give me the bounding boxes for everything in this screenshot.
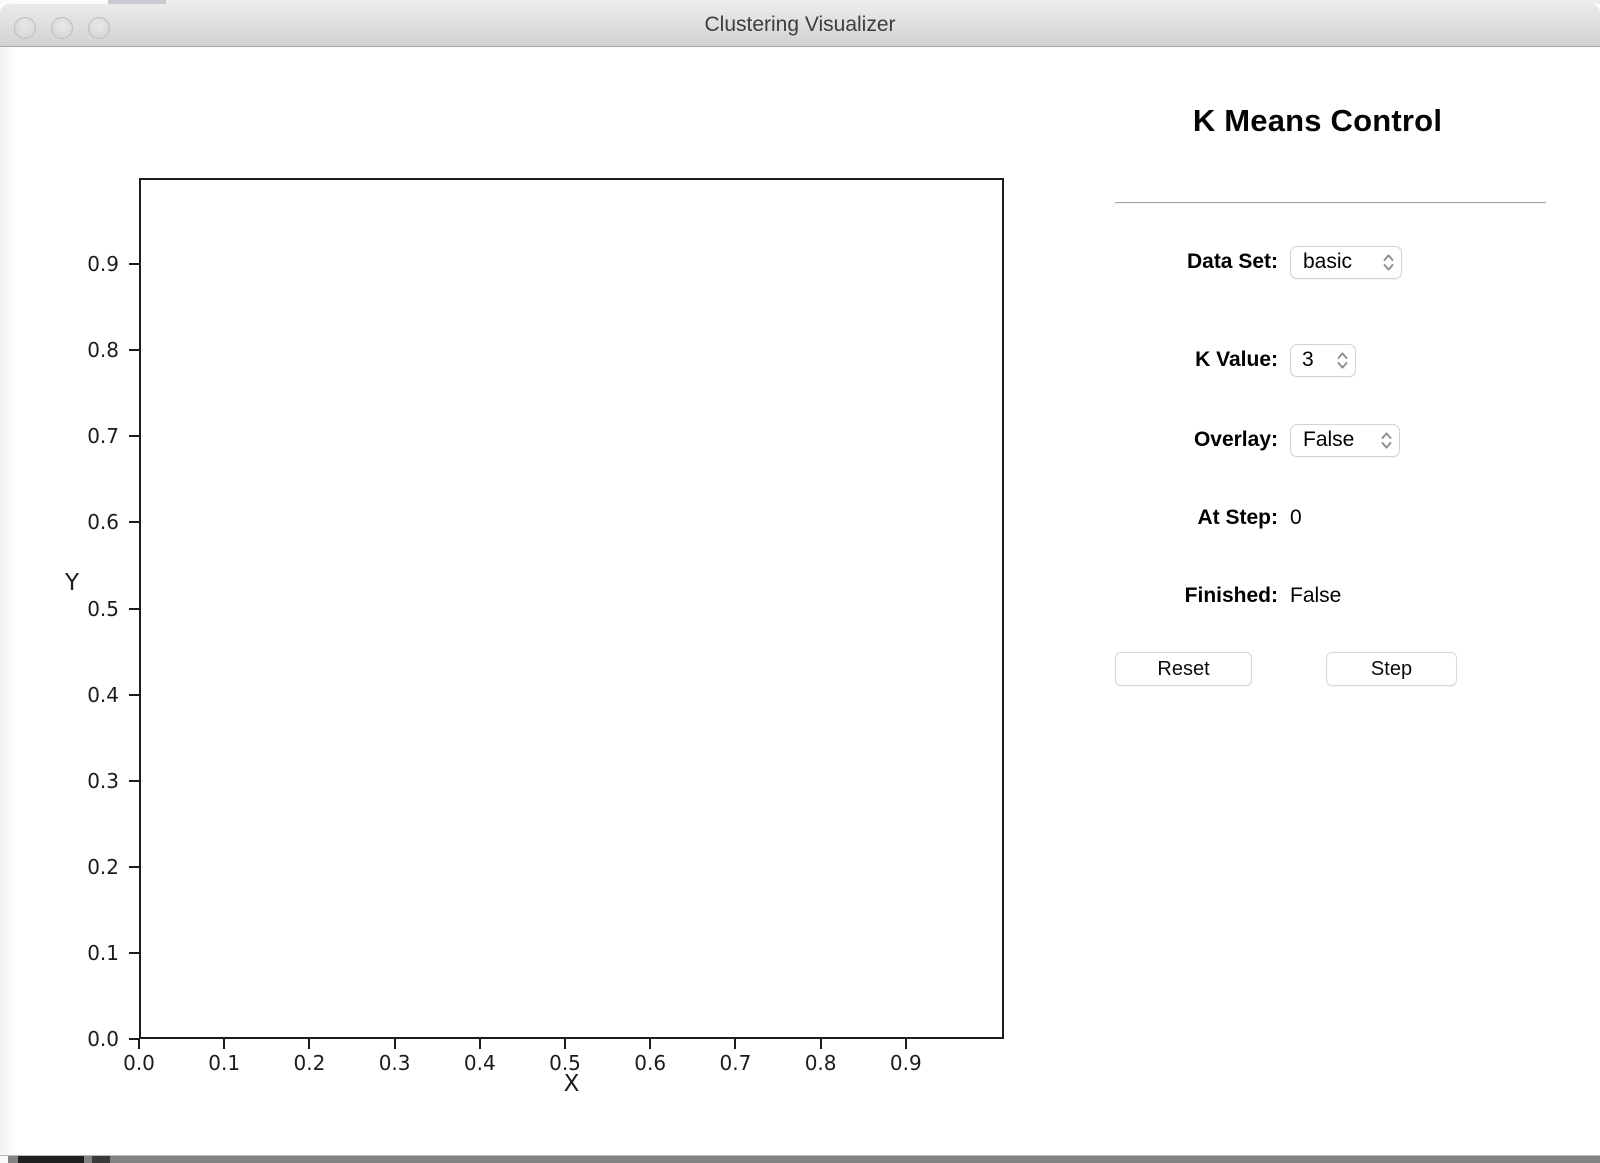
dataset-select[interactable]: basic (1290, 246, 1402, 279)
y-tick-label: 0.8 (57, 337, 119, 363)
y-tick-label: 0.5 (57, 596, 119, 622)
x-tick-label: 0.7 (705, 1051, 765, 1075)
x-tick-mark (138, 1039, 140, 1049)
y-tick-label: 0.6 (57, 509, 119, 535)
chevron-updown-icon (1383, 253, 1394, 272)
bottom-edge-segment (92, 1156, 110, 1163)
y-tick-mark (129, 780, 139, 782)
atstep-value: 0 (1290, 501, 1302, 535)
y-tick-mark (129, 521, 139, 523)
chevron-updown-icon (1381, 431, 1392, 450)
chevron-updown-icon (1337, 351, 1348, 370)
y-tick-label: 0.9 (57, 251, 119, 277)
dataset-label: Data Set: (1085, 245, 1278, 279)
y-tick-mark (129, 866, 139, 868)
panel-title: K Means Control (1085, 103, 1550, 139)
x-tick-mark (820, 1039, 822, 1049)
x-tick-label: 0.1 (194, 1051, 254, 1075)
titlebar: Clustering Visualizer (0, 4, 1600, 47)
x-tick-label: 0.3 (365, 1051, 425, 1075)
y-tick-mark (129, 435, 139, 437)
y-tick-label: 0.7 (57, 423, 119, 449)
y-axis-label: Y (55, 570, 89, 596)
x-tick-label: 0.4 (450, 1051, 510, 1075)
x-tick-label: 0.6 (620, 1051, 680, 1075)
x-tick-label: 0.9 (876, 1051, 936, 1075)
y-tick-mark (129, 263, 139, 265)
window-title: Clustering Visualizer (0, 4, 1600, 46)
y-tick-mark (129, 952, 139, 954)
x-tick-label: 0.0 (109, 1051, 169, 1075)
overlay-select[interactable]: False (1290, 424, 1400, 457)
x-tick-mark (308, 1039, 310, 1049)
x-tick-label: 0.5 (535, 1051, 595, 1075)
plot-area: X Y 0.00.10.20.30.40.50.60.70.80.90.00.1… (139, 178, 1004, 1039)
x-tick-label: 0.8 (791, 1051, 851, 1075)
finished-row: Finished: False (1085, 579, 1550, 613)
atstep-label: At Step: (1085, 501, 1278, 535)
x-tick-mark (564, 1039, 566, 1049)
step-button[interactable]: Step (1326, 652, 1457, 686)
x-tick-mark (223, 1039, 225, 1049)
y-tick-mark (129, 349, 139, 351)
x-tick-label: 0.2 (279, 1051, 339, 1075)
dataset-row: Data Set: basic (1085, 245, 1550, 279)
x-tick-mark (905, 1039, 907, 1049)
x-tick-mark (479, 1039, 481, 1049)
overlay-label: Overlay: (1085, 423, 1278, 457)
y-tick-mark (129, 608, 139, 610)
y-tick-label: 0.4 (57, 682, 119, 708)
x-tick-mark (649, 1039, 651, 1049)
bottom-edge-segment (18, 1156, 84, 1163)
y-tick-label: 0.2 (57, 854, 119, 880)
kvalue-stepper-value: 3 (1302, 348, 1314, 372)
kvalue-row: K Value: 3 (1085, 343, 1550, 377)
kvalue-stepper[interactable]: 3 (1290, 344, 1356, 377)
finished-label: Finished: (1085, 579, 1278, 613)
atstep-row: At Step: 0 (1085, 501, 1550, 535)
reset-button[interactable]: Reset (1115, 652, 1252, 686)
finished-value: False (1290, 579, 1341, 613)
divider (1115, 202, 1546, 204)
y-tick-label: 0.1 (57, 940, 119, 966)
overlay-row: Overlay: False (1085, 423, 1550, 457)
y-tick-label: 0.0 (57, 1026, 119, 1052)
kvalue-label: K Value: (1085, 343, 1278, 377)
bottom-edge-segment (0, 1156, 8, 1163)
y-tick-mark (129, 694, 139, 696)
control-panel: K Means Control Data Set: basic K Value:… (1085, 95, 1550, 755)
plot-frame (139, 178, 1004, 1039)
window-left-shadow (0, 47, 16, 1155)
x-tick-mark (734, 1039, 736, 1049)
dataset-select-value: basic (1303, 250, 1352, 274)
overlay-select-value: False (1303, 428, 1354, 452)
y-tick-label: 0.3 (57, 768, 119, 794)
screen-bottom-edge (0, 1155, 1600, 1163)
y-tick-mark (129, 1038, 139, 1040)
x-tick-mark (394, 1039, 396, 1049)
